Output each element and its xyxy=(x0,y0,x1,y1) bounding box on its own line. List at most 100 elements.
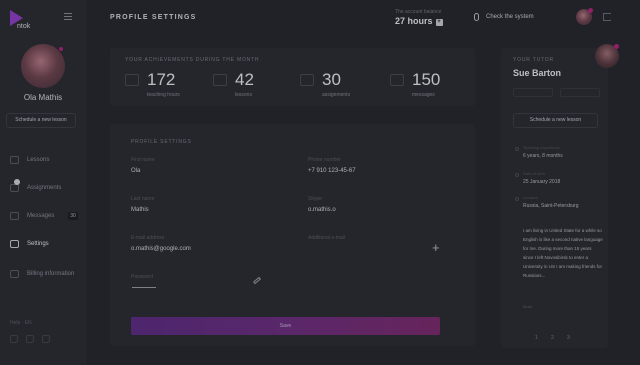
location-icon xyxy=(515,197,519,201)
online-dot xyxy=(614,44,619,49)
tutor-avatar[interactable] xyxy=(595,44,619,68)
sidebar-item-label: Lessons xyxy=(27,157,50,163)
tutor-tag xyxy=(560,88,600,97)
check-system-link[interactable]: Check the system xyxy=(486,14,534,20)
online-dot xyxy=(588,8,593,13)
tutor-title: YOUR TUTOR xyxy=(513,57,554,63)
page-link[interactable]: 1 xyxy=(535,335,538,341)
notification-dot xyxy=(14,179,20,185)
billing-icon xyxy=(10,270,19,278)
sidebar-footer: Help · EN xyxy=(10,320,32,326)
tutor-card: YOUR TUTOR Sue Barton Schedule a new les… xyxy=(501,48,608,348)
social-icon[interactable] xyxy=(10,335,18,343)
page-title: PROFILE SETTINGS xyxy=(110,14,197,21)
sidebar-item-label: Assignments xyxy=(27,185,62,191)
pencil-icon[interactable] xyxy=(252,276,262,285)
field-label: Password xyxy=(131,274,153,280)
page-link[interactable]: 2 xyxy=(551,335,554,341)
calendar-icon xyxy=(515,173,519,177)
lessons-icon xyxy=(10,156,19,164)
field-label: Additional e-mail xyxy=(308,235,345,241)
save-button[interactable]: Save xyxy=(131,317,440,335)
last-name-field[interactable]: Last name Mathis xyxy=(131,196,154,213)
sidebar-item-label: Billing information xyxy=(27,271,75,277)
schedule-lesson-button[interactable]: Schedule a new lesson xyxy=(6,113,76,128)
field-label: E-mail address xyxy=(131,235,165,241)
online-dot xyxy=(58,46,64,52)
info-value: Russia, Saint-Petersburg xyxy=(523,203,579,209)
achievements-card: YOUR ACHIEVEMENTS DURING THE MONTH 172 t… xyxy=(110,48,475,106)
sidebar-item-assignments[interactable]: Assignments xyxy=(0,179,86,197)
sidebar-item-billing[interactable]: Billing information xyxy=(0,267,86,283)
field-value[interactable]: o.mathis@google.com xyxy=(131,246,191,252)
balance-hours: 27 hours xyxy=(395,16,433,26)
email-field[interactable]: E-mail address o.mathis@google.com xyxy=(131,235,191,252)
tutor-schedule-button[interactable]: Schedule a new lesson xyxy=(513,113,598,128)
tutor-tag xyxy=(513,88,553,97)
info-label: Date of birth xyxy=(523,171,545,176)
field-label: First name xyxy=(131,157,155,163)
messages-icon xyxy=(10,212,19,220)
settings-icon xyxy=(10,240,19,248)
field-value[interactable]: o.mathis.o xyxy=(308,207,336,213)
skype-field[interactable]: Skype o.mathis.o xyxy=(308,196,336,213)
achievements-title: YOUR ACHIEVEMENTS DURING THE MONTH xyxy=(125,57,260,63)
field-value[interactable]: Ola xyxy=(131,168,155,174)
balance-label: The account balance xyxy=(395,9,442,15)
sidebar-item-messages[interactable]: Messages 30 xyxy=(0,209,86,225)
stat-value: 172 xyxy=(147,70,176,89)
sidebar-item-lessons[interactable]: Lessons xyxy=(0,153,86,169)
field-label: Phone number xyxy=(308,157,341,163)
add-hours-button[interactable]: + xyxy=(435,19,443,26)
balance-value: 27 hours + xyxy=(395,16,443,26)
stat-value: 30 xyxy=(322,70,341,89)
menu-icon[interactable] xyxy=(64,13,72,20)
info-label: Location xyxy=(523,195,539,200)
experience-icon xyxy=(515,147,519,151)
user-name: Ola Mathis xyxy=(23,93,63,102)
sidebar: ntok Ola Mathis Schedule a new lesson Le… xyxy=(0,0,86,365)
hours-icon xyxy=(125,74,139,86)
avatar[interactable] xyxy=(21,44,65,88)
field-value[interactable]: +7 910 123-45-67 xyxy=(308,168,356,174)
messages-icon xyxy=(390,74,404,86)
info-value: 25 January 2018 xyxy=(523,179,561,185)
logo[interactable]: ntok xyxy=(10,10,30,30)
stat-caption: messages xyxy=(412,92,435,98)
header-avatar[interactable] xyxy=(576,8,593,25)
stat-caption: lessons xyxy=(235,92,252,98)
stat-caption: assignments xyxy=(322,92,351,98)
social-icon[interactable] xyxy=(26,335,34,343)
info-value: 6 years, 8 months xyxy=(523,153,563,159)
password-field[interactable]: Password xyxy=(131,274,153,280)
stat-value: 42 xyxy=(235,70,254,89)
sidebar-item-label: Messages xyxy=(27,213,55,219)
microphone-icon[interactable] xyxy=(474,13,479,21)
info-label: Teaching experience xyxy=(523,145,560,150)
stat-value: 150 xyxy=(412,70,441,89)
field-value[interactable]: Mathis xyxy=(131,207,154,213)
assignments-icon xyxy=(10,184,19,192)
field-label: Skype xyxy=(308,196,322,202)
add-email-button[interactable]: + xyxy=(432,240,440,255)
social-icon[interactable] xyxy=(42,335,50,343)
field-label: Last name xyxy=(131,196,155,202)
password-value[interactable] xyxy=(132,287,156,288)
form-title: PROFILE SETTINGS xyxy=(131,139,192,145)
stat-caption: teaching hours xyxy=(147,92,180,98)
tutor-name: Sue Barton xyxy=(513,68,562,78)
sidebar-item-label: Settings xyxy=(27,241,49,247)
more-link[interactable]: More xyxy=(523,304,532,309)
phone-field[interactable]: Phone number +7 910 123-45-67 xyxy=(308,157,356,174)
logo-text: ntok xyxy=(17,23,31,30)
sidebar-item-settings[interactable]: Settings xyxy=(0,237,86,253)
page-link[interactable]: 3 xyxy=(567,335,570,341)
messages-badge: 30 xyxy=(68,212,78,220)
additional-email-field[interactable]: Additional e-mail xyxy=(308,235,345,241)
logout-icon[interactable] xyxy=(603,13,611,21)
tutor-about: I am living in United State for a while … xyxy=(523,228,603,278)
lessons-icon xyxy=(213,74,227,86)
first-name-field[interactable]: First name Ola xyxy=(131,157,155,174)
profile-settings-card: PROFILE SETTINGS First name Ola Phone nu… xyxy=(110,124,475,346)
account-balance: The account balance 27 hours + xyxy=(395,9,443,26)
